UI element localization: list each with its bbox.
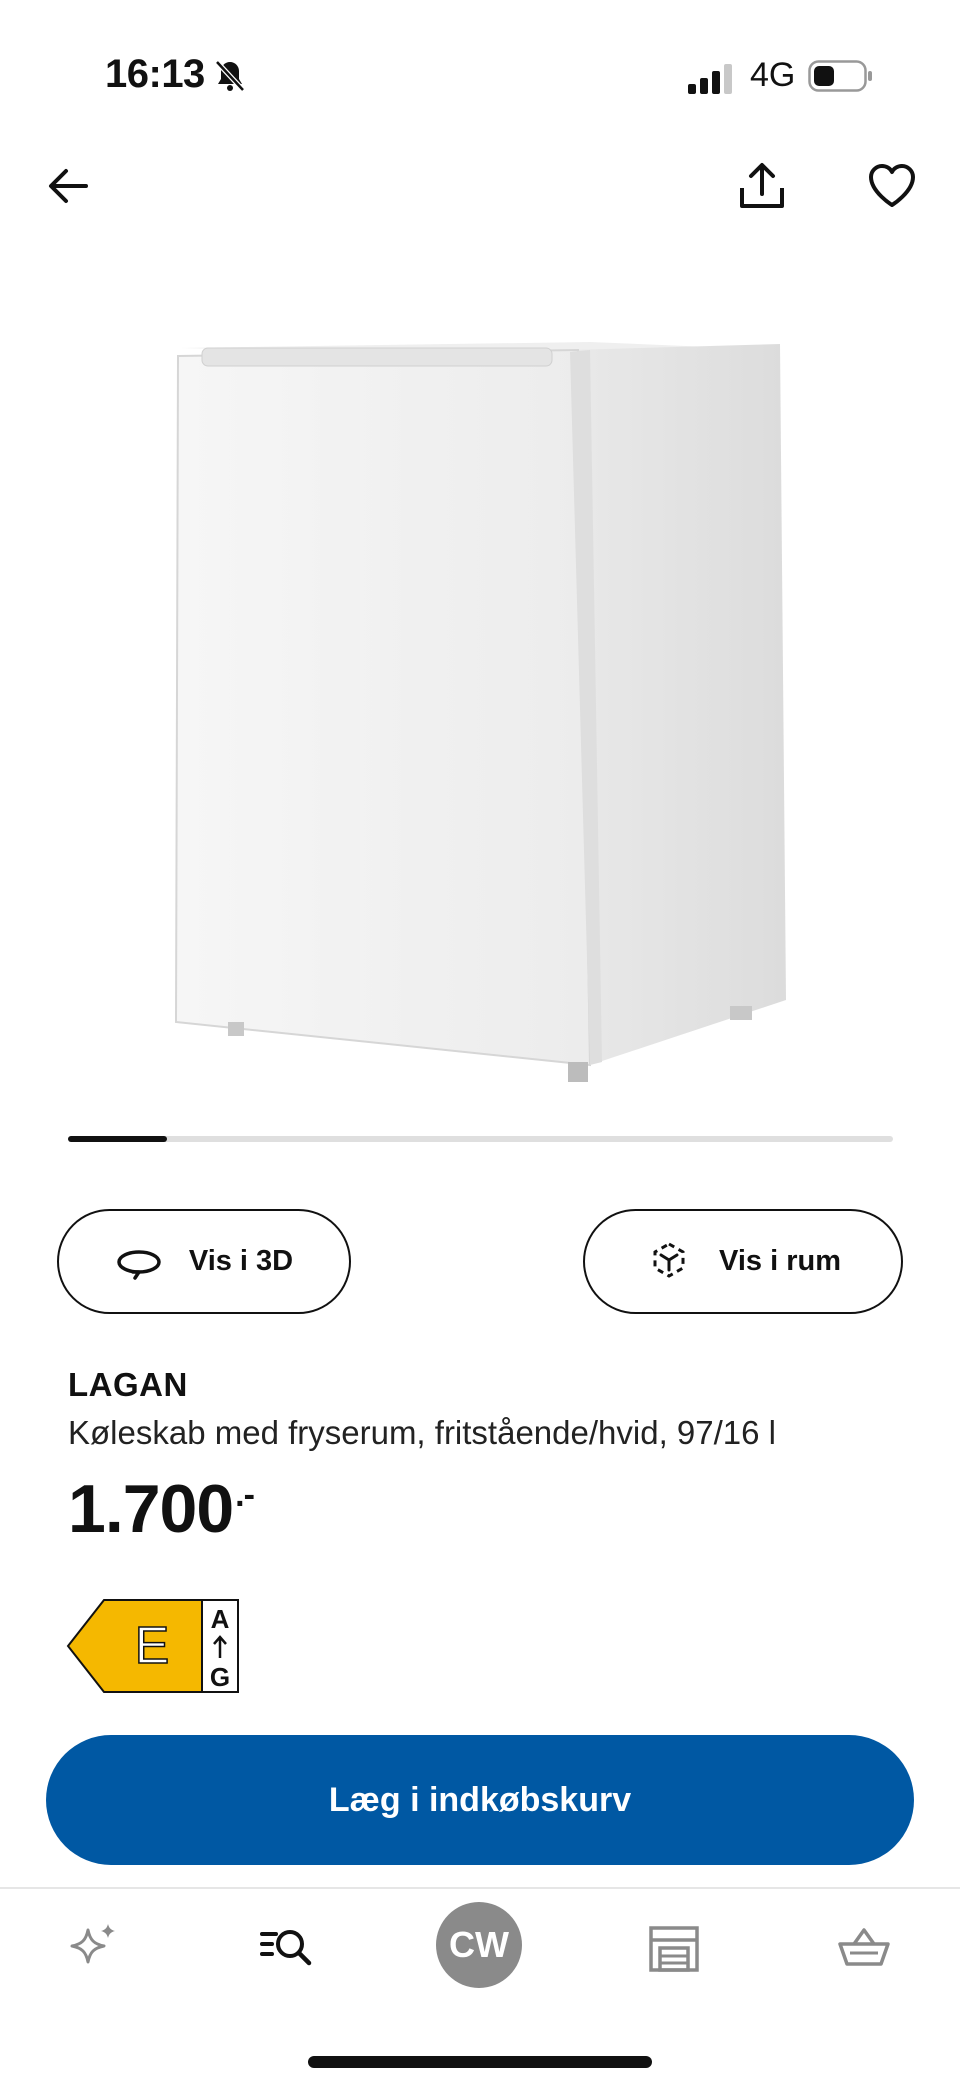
energy-label[interactable]: E A G xyxy=(66,1598,241,1694)
status-time: 16:13 xyxy=(105,52,205,96)
search-list-icon[interactable] xyxy=(258,1920,314,1976)
add-to-cart-label: Læg i indkøbskurv xyxy=(328,1780,632,1819)
avatar[interactable]: CW xyxy=(436,1902,522,1988)
home-indicator[interactable] xyxy=(308,2056,652,2068)
share-icon[interactable] xyxy=(736,160,788,212)
product-description: Køleskab med fryserum, fritstående/hvid,… xyxy=(68,1414,776,1451)
product-name: LAGAN xyxy=(68,1366,188,1403)
price-value: 1.700 xyxy=(68,1471,234,1547)
image-carousel-progress[interactable] xyxy=(68,1136,893,1142)
rotate-3d-icon xyxy=(117,1249,161,1280)
ar-cube-icon xyxy=(653,1241,685,1278)
view-in-room-button[interactable]: Vis i rum xyxy=(583,1209,903,1314)
status-bar: 16:13 4G xyxy=(0,0,960,150)
product-image[interactable] xyxy=(150,320,800,1100)
heart-icon[interactable] xyxy=(866,160,918,212)
view-3d-button[interactable]: Vis i 3D xyxy=(57,1209,351,1314)
view-3d-label: Vis i 3D xyxy=(188,1245,294,1277)
tabbar-divider xyxy=(0,1887,960,1889)
energy-class: E xyxy=(135,1617,170,1675)
carousel-progress-fill xyxy=(68,1136,167,1142)
view-in-room-label: Vis i rum xyxy=(719,1245,841,1277)
network-type: 4G xyxy=(750,56,796,94)
signal-icon xyxy=(688,64,732,94)
battery-icon xyxy=(808,60,872,92)
back-arrow-icon[interactable] xyxy=(42,160,94,212)
energy-scale-top: A xyxy=(211,1604,230,1634)
store-icon[interactable] xyxy=(646,1920,702,1976)
add-to-cart-button[interactable]: Læg i indkøbskurv xyxy=(46,1735,914,1865)
product-price: 1.700.- xyxy=(68,1470,255,1548)
price-suffix: .- xyxy=(235,1476,255,1514)
cart-icon[interactable] xyxy=(836,1920,892,1976)
sparkle-icon[interactable] xyxy=(66,1920,122,1976)
energy-scale-bottom: G xyxy=(210,1662,230,1692)
bell-slash-icon xyxy=(215,60,245,92)
